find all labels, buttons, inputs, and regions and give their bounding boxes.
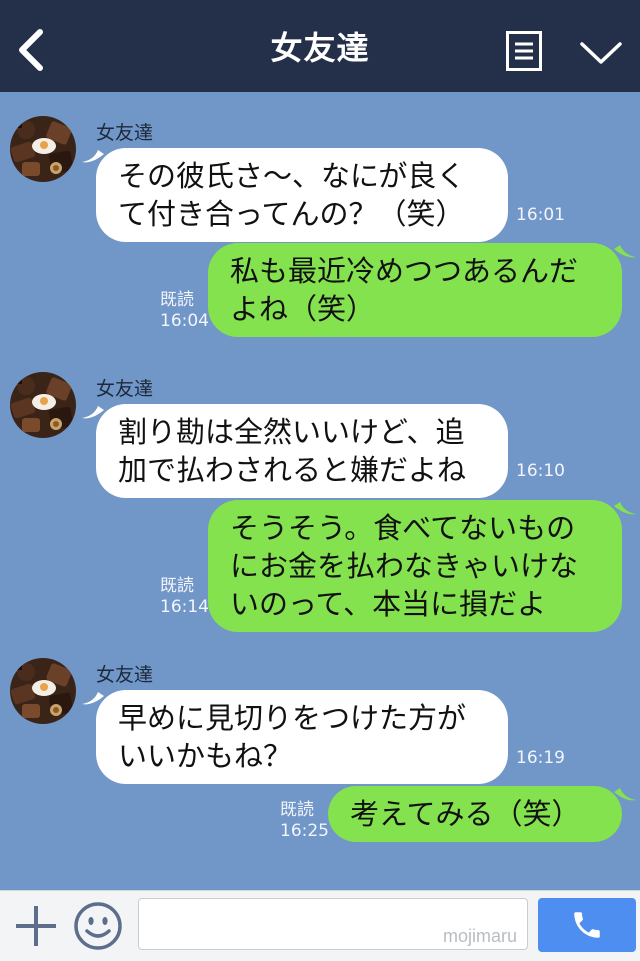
message-input[interactable]: mojimaru [138,898,528,950]
chocolate-avatar-image [10,658,76,724]
message-bubble-incoming[interactable]: その彼氏さ〜、なにが良く て付き合ってんの？（笑） [96,148,508,242]
chocolate-avatar-image [10,116,76,182]
chevron-down-icon[interactable] [578,38,624,68]
message-bubble-incoming[interactable]: 割り勘は全然いいけど、追 加で払わされると嫌だよね [96,404,508,498]
call-button[interactable] [538,898,636,952]
sender-name: 女友達 [96,122,154,144]
bubble-tail [614,788,636,801]
message-time: 16:19 [516,748,565,768]
message-line: て付き合ってんの？（笑） [118,197,465,231]
message-time: 16:01 [516,205,565,225]
message-line: よね（笑） [230,292,376,326]
avatar[interactable] [10,372,76,438]
smiley-icon[interactable] [73,901,123,951]
message-time: 16:14 [160,597,209,617]
message-line: いいかもね？ [118,739,293,773]
chocolate-avatar-image [10,372,76,438]
menu-icon[interactable] [506,31,542,71]
read-receipt: 既読 [160,576,194,596]
message-line: 加で払わされると嫌だよね [118,453,467,487]
message-bubble-incoming[interactable]: 早めに見切りをつけた方が いいかもね？ [96,690,508,784]
message-bubble-outgoing[interactable]: 私も最近冷めつつあるんだ よね（笑） [208,243,622,337]
phone-icon [574,912,600,938]
message-line: 早めに見切りをつけた方が [118,701,467,735]
message-line: 考えてみる（笑） [350,797,581,831]
chat-title: 女友達 [270,29,370,67]
sender-name: 女友達 [96,378,154,400]
message-time: 16:10 [516,461,565,481]
message-line: その彼氏さ〜、なにが良く [118,159,466,193]
bubble-tail [614,245,636,258]
sender-name: 女友達 [96,664,154,686]
message-line: 割り勘は全然いいけど、追 [118,415,465,449]
chat-header: 女友達 [0,0,640,92]
chat-area[interactable]: 女友達 その彼氏さ〜、なにが良く て付き合ってんの？（笑） 16:01 既読 1… [0,92,640,890]
message-time: 16:25 [280,821,329,841]
message-bubble-outgoing[interactable]: そうそう。食べてないもの にお金を払わなきゃいけな いのって、本当に損だよ [208,500,622,632]
message-line: そうそう。食べてないもの [230,511,576,545]
read-receipt: 既読 [280,800,314,820]
message-time: 16:04 [160,311,209,331]
watermark: mojimaru [442,926,517,946]
message-bubble-outgoing[interactable]: 考えてみる（笑） [328,786,622,842]
message-line: にお金を払わなきゃいけな [230,549,579,583]
bubble-tail [614,502,636,515]
avatar[interactable] [10,658,76,724]
input-bar: mojimaru [0,890,640,961]
message-line: いのって、本当に損だよ [230,587,547,621]
avatar[interactable] [10,116,76,182]
read-receipt: 既読 [160,290,194,310]
plus-icon[interactable] [14,904,58,948]
message-line: 私も最近冷めつつあるんだ [230,254,579,288]
